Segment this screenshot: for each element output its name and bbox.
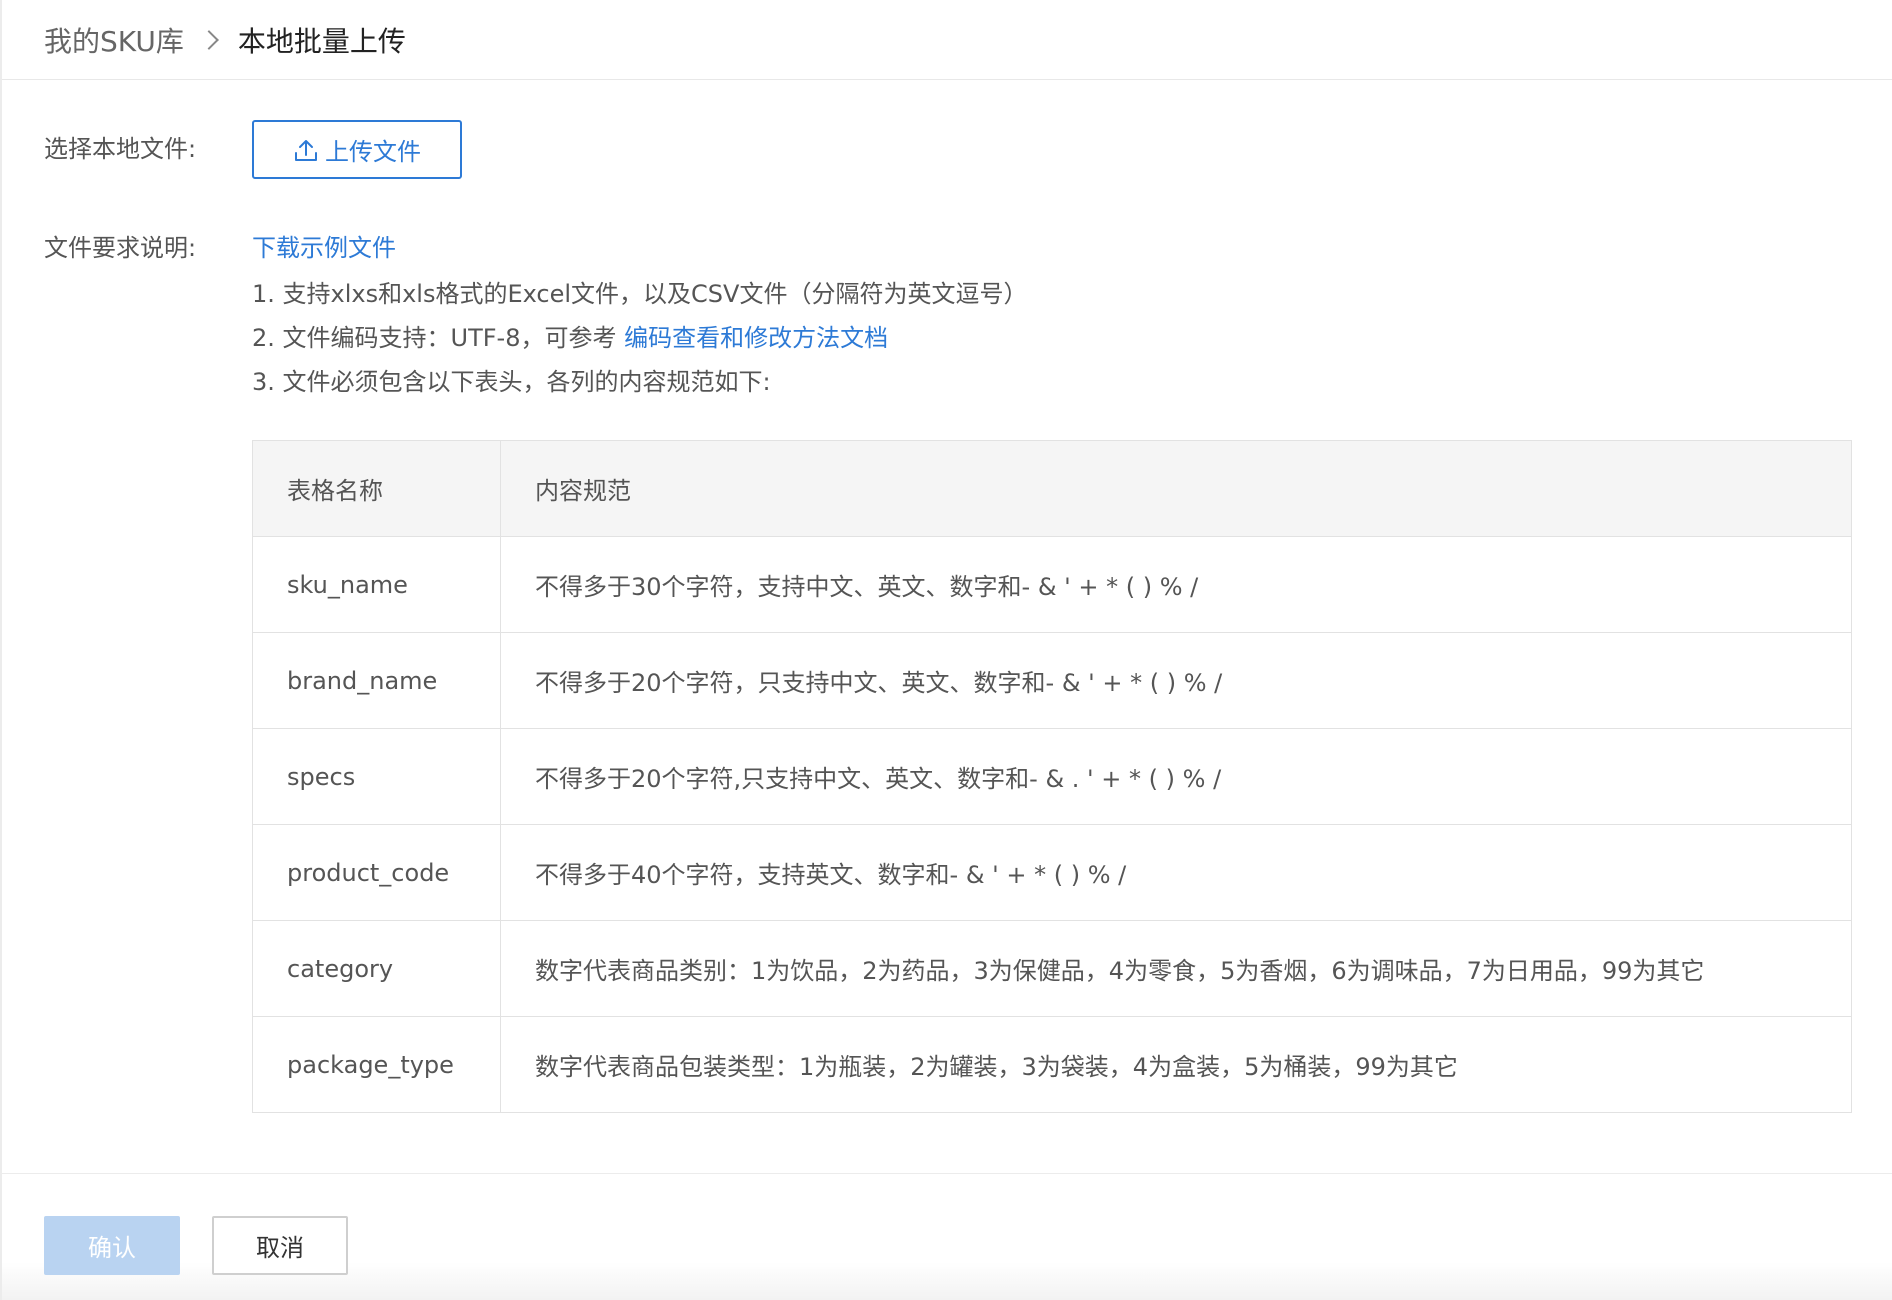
table-header-row: 表格名称 内容规范	[252, 440, 1852, 537]
cell-field-spec: 不得多于40个字符，支持英文、数字和- & ' + * ( ) % /	[500, 824, 1852, 921]
upload-file-button-label: 上传文件	[325, 138, 421, 166]
requirement-line-3: 3. 文件必须包含以下表头，各列的内容规范如下:	[252, 368, 771, 396]
cell-field-spec: 数字代表商品类别：1为饮品，2为药品，3为保健品，4为零食，5为香烟，6为调味品…	[500, 920, 1852, 1017]
table-row: sku_name 不得多于30个字符，支持中文、英文、数字和- & ' + * …	[252, 536, 1852, 633]
requirement-line-1: 1. 支持xlxs和xls格式的Excel文件，以及CSV文件（分隔符为英文逗号…	[252, 280, 1028, 308]
table-row: category 数字代表商品类别：1为饮品，2为药品，3为保健品，4为零食，5…	[252, 920, 1852, 1017]
requirement-line-2: 2. 文件编码支持：UTF-8，可参考 编码查看和修改方法文档	[252, 318, 888, 353]
column-header-name: 表格名称	[252, 440, 501, 537]
column-header-spec: 内容规范	[500, 440, 1852, 537]
table-row: specs 不得多于20个字符,只支持中文、英文、数字和- & . ' + * …	[252, 728, 1852, 825]
chevron-right-icon	[198, 29, 219, 50]
table-row: package_type 数字代表商品包装类型：1为瓶装，2为罐装，3为袋装，4…	[252, 1016, 1852, 1113]
table-row: product_code 不得多于40个字符，支持英文、数字和- & ' + *…	[252, 824, 1852, 921]
cell-field-spec: 不得多于20个字符，只支持中文、英文、数字和- & ' + * ( ) % /	[500, 632, 1852, 729]
cell-field-name: brand_name	[252, 632, 501, 729]
upload-icon	[295, 139, 317, 161]
requirement-line-2-text: 2. 文件编码支持：UTF-8，可参考	[252, 324, 617, 352]
page: 我的SKU库 本地批量上传 选择本地文件: 上传文件 文件要求说明: 下载示例文…	[0, 0, 1892, 1300]
breadcrumb-parent-link[interactable]: 我的SKU库	[44, 20, 184, 60]
encoding-doc-link[interactable]: 编码查看和修改方法文档	[624, 324, 888, 352]
cell-field-spec: 数字代表商品包装类型：1为瓶装，2为罐装，3为袋装，4为盒装，5为桶装，99为其…	[500, 1016, 1852, 1113]
cell-field-spec: 不得多于20个字符,只支持中文、英文、数字和- & . ' + * ( ) % …	[500, 728, 1852, 825]
header-spec-table: 表格名称 内容规范 sku_name 不得多于30个字符，支持中文、英文、数字和…	[252, 440, 1852, 1113]
confirm-button[interactable]: 确认	[44, 1216, 180, 1275]
download-sample-link[interactable]: 下载示例文件	[252, 228, 396, 263]
requirements-label: 文件要求说明:	[44, 234, 197, 262]
breadcrumb-current: 本地批量上传	[237, 24, 406, 58]
cell-field-name: specs	[252, 728, 501, 825]
upload-file-button[interactable]: 上传文件	[252, 120, 462, 179]
upload-label: 选择本地文件:	[44, 135, 197, 163]
cancel-button[interactable]: 取消	[212, 1216, 348, 1275]
cell-field-name: package_type	[252, 1016, 501, 1113]
cell-field-name: product_code	[252, 824, 501, 921]
table-row: brand_name 不得多于20个字符，只支持中文、英文、数字和- & ' +…	[252, 632, 1852, 729]
breadcrumb: 我的SKU库 本地批量上传	[2, 0, 1892, 80]
cell-field-name: category	[252, 920, 501, 1017]
cell-field-name: sku_name	[252, 536, 501, 633]
cell-field-spec: 不得多于30个字符，支持中文、英文、数字和- & ' + * ( ) % /	[500, 536, 1852, 633]
